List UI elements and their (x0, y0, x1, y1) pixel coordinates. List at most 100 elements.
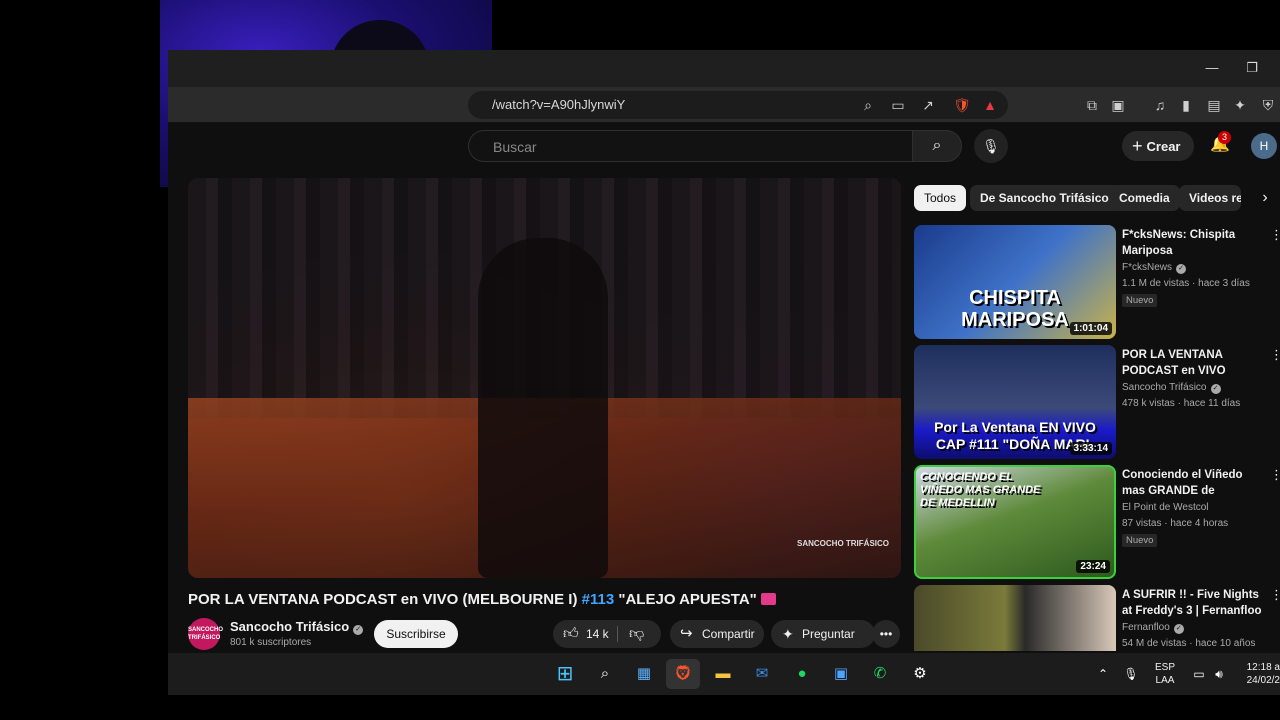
list-item[interactable]: A SUFRIR !! - Five Nights at Freddy's 3 … (914, 585, 1280, 651)
recommendation-title[interactable]: POR LA VENTANA PODCAST en VIVO (SIDN... (1122, 347, 1264, 379)
view-count: 478 k vistas (1122, 398, 1175, 409)
heart-emoji-icon (760, 593, 776, 605)
restore-button[interactable]: ❐ (1242, 59, 1262, 77)
minimize-button[interactable]: — (1202, 59, 1222, 77)
chevron-right-icon[interactable]: › (1252, 185, 1278, 211)
search-icon: ⌕ (932, 137, 942, 154)
windows-start-icon[interactable]: ⊞ (552, 661, 578, 687)
video-hashtag[interactable]: #113 (582, 591, 615, 608)
plus-icon: + (1132, 136, 1143, 156)
language-code: ESP (1154, 662, 1175, 673)
zoom-icon[interactable]: ⌕ (858, 95, 878, 115)
whatsapp-icon[interactable]: ✆ (867, 661, 893, 687)
keyboard-layout: LAA (1155, 675, 1175, 686)
share-page-icon[interactable]: ↗ (918, 95, 938, 115)
clock-time: 12:18 a (1246, 662, 1280, 673)
clock[interactable]: 12:18 a 24/02/2 (1236, 661, 1280, 687)
spotify-icon[interactable]: ● (789, 661, 815, 687)
taskbar-search-icon[interactable]: ⌕ (592, 661, 618, 687)
recommendation-channel[interactable]: F*cksNews ✓ (1122, 262, 1187, 274)
file-explorer-icon[interactable]: ▬ (710, 661, 736, 687)
account-avatar[interactable]: H (1251, 133, 1277, 159)
chip-videos-relacionados[interactable]: Videos re (1179, 185, 1241, 211)
chip-todos[interactable]: Todos (914, 185, 967, 211)
clock-date: 24/02/2 (1246, 675, 1280, 686)
video-title-text: POR LA VENTANA PODCAST en VIVO (MELBOURN… (188, 591, 578, 608)
volume-icon[interactable]: 🔊︎ (1206, 661, 1232, 687)
like-count[interactable]: 14 k (586, 620, 609, 648)
recommendation-channel[interactable]: Sancocho Trifásico ✓ (1122, 382, 1221, 394)
recommendation-channel-name: F*cksNews (1122, 262, 1173, 273)
leo-ai-icon[interactable]: ✦ (1230, 95, 1250, 115)
share-icon: ↪ (680, 625, 693, 642)
like-divider (617, 626, 618, 642)
media-icon[interactable]: ♫ (1150, 95, 1170, 115)
chevron-up-icon[interactable]: ⌃ (1090, 661, 1116, 687)
share-button[interactable]: ↪ Compartir (670, 620, 764, 648)
vpn-icon[interactable]: ⛨ (1258, 95, 1278, 115)
view-count: 54 M de vistas (1122, 638, 1187, 649)
list-item[interactable]: Por La Ventana EN VIVO CAP #111 "DOÑA MA… (914, 345, 1280, 459)
verified-icon: ✓ (1210, 384, 1221, 394)
store-icon[interactable]: ▦ (631, 661, 657, 687)
channel-avatar-logo-text: SANCOCHO TRIFÁSICO (188, 627, 224, 641)
video-title-suffix: "ALEJO APUESTA" (618, 591, 757, 608)
new-badge: Nuevo (1122, 534, 1158, 547)
brave-rewards-icon[interactable]: ▲ (980, 95, 1000, 115)
video-thumbnail[interactable]: Por La Ventana EN VIVO CAP #111 "DOÑA MA… (914, 345, 1116, 459)
recommendation-meta: 1.1 M de vistas · hace 3 días (1122, 278, 1250, 289)
sidebar-icon[interactable]: ▮ (1176, 95, 1196, 115)
search-input[interactable]: Buscar (468, 130, 912, 162)
title-bar: — ❐ (168, 50, 1280, 87)
search-button[interactable]: ⌕ (912, 130, 962, 162)
like-icon[interactable]: 👍︎ (563, 620, 579, 648)
brave-browser-icon[interactable]: 🦁︎ (670, 661, 696, 687)
kebab-menu-icon[interactable]: ⋮ (1270, 467, 1280, 483)
kebab-menu-icon[interactable]: ⋮ (1270, 227, 1280, 243)
list-item[interactable]: CONOCIENDO EL VIÑEDO MAS GRANDE DE MEDEL… (914, 465, 1280, 579)
create-button[interactable]: + Crear (1122, 131, 1194, 161)
kebab-menu-icon[interactable]: ⋮ (1270, 587, 1280, 603)
channel-avatar[interactable]: SANCOCHO TRIFÁSICO (188, 618, 224, 650)
video-thumbnail[interactable]: CONOCIENDO EL VIÑEDO MAS GRANDE DE MEDEL… (914, 465, 1116, 579)
cast-icon[interactable]: ▭ (888, 95, 908, 115)
video-thumbnail[interactable] (914, 585, 1116, 651)
app-icon[interactable]: ▣ (828, 661, 854, 687)
subscribe-button[interactable]: Suscribirse (374, 620, 458, 648)
video-duration: 1:01:04 (1069, 322, 1112, 335)
more-horizontal-icon: ••• (879, 627, 893, 641)
language-indicator[interactable]: ESP LAA (1150, 661, 1180, 687)
video-thumbnail[interactable]: CHISPITA MARIPOSA 1:01:04 (914, 225, 1116, 339)
url-field[interactable]: /watch?v=A90hJlynwiY ⌕ ▭ ↗ 🛡 ▲ (468, 91, 1008, 119)
recommendation-channel[interactable]: El Point de Westcol (1122, 502, 1209, 513)
upload-age: hace 3 días (1198, 278, 1250, 289)
recommendation-title[interactable]: Conociendo el Viñedo mas GRANDE de COLOM… (1122, 467, 1264, 499)
ask-button[interactable]: ✦ Preguntar (771, 620, 875, 648)
mic-tray-icon[interactable]: 🎙 (1118, 661, 1144, 687)
chip-de-sancocho[interactable]: De Sancocho Trifásico (970, 185, 1119, 211)
kebab-menu-icon[interactable]: ⋮ (1270, 347, 1280, 363)
verified-icon: ✓ (1173, 624, 1184, 634)
recommendation-meta: 478 k vistas · hace 11 días (1122, 398, 1241, 409)
new-badge: Nuevo (1122, 294, 1158, 307)
brave-shields-icon[interactable]: 🛡 (952, 95, 972, 115)
recommendation-title[interactable]: A SUFRIR !! - Five Nights at Freddy's 3 … (1122, 587, 1264, 619)
recommendation-meta: 54 M de vistas · hace 10 años (1122, 638, 1256, 649)
mail-icon[interactable]: ✉ (749, 661, 775, 687)
reader-mode-icon[interactable]: ▣ (1108, 95, 1128, 115)
video-player[interactable]: SANCOCHO TRIFÁSICO (188, 178, 901, 578)
sparkle-icon: ✦ (782, 626, 794, 642)
ask-label: Preguntar (802, 627, 855, 641)
dislike-icon[interactable]: 👎︎ (629, 620, 644, 648)
more-actions-button[interactable]: ••• (872, 620, 900, 648)
list-item[interactable]: CHISPITA MARIPOSA 1:01:04 F*cksNews: Chi… (914, 225, 1280, 339)
voice-search-button[interactable]: 🎙 (974, 129, 1008, 163)
recommendation-channel[interactable]: Fernanfloo ✓ (1122, 622, 1184, 634)
recommendation-meta: 87 vistas · hace 4 horas (1122, 518, 1229, 529)
recommendation-title[interactable]: F*cksNews: Chispita Mariposa (1122, 227, 1264, 259)
chip-comedia[interactable]: Comedia (1109, 185, 1180, 211)
wallet-icon[interactable]: ▤ (1204, 95, 1224, 115)
channel-name[interactable]: Sancocho Trifásico ✓ (230, 619, 364, 635)
steam-like-icon[interactable]: ⚙ (907, 661, 933, 687)
extensions-icon[interactable]: ⧉ (1082, 95, 1102, 115)
